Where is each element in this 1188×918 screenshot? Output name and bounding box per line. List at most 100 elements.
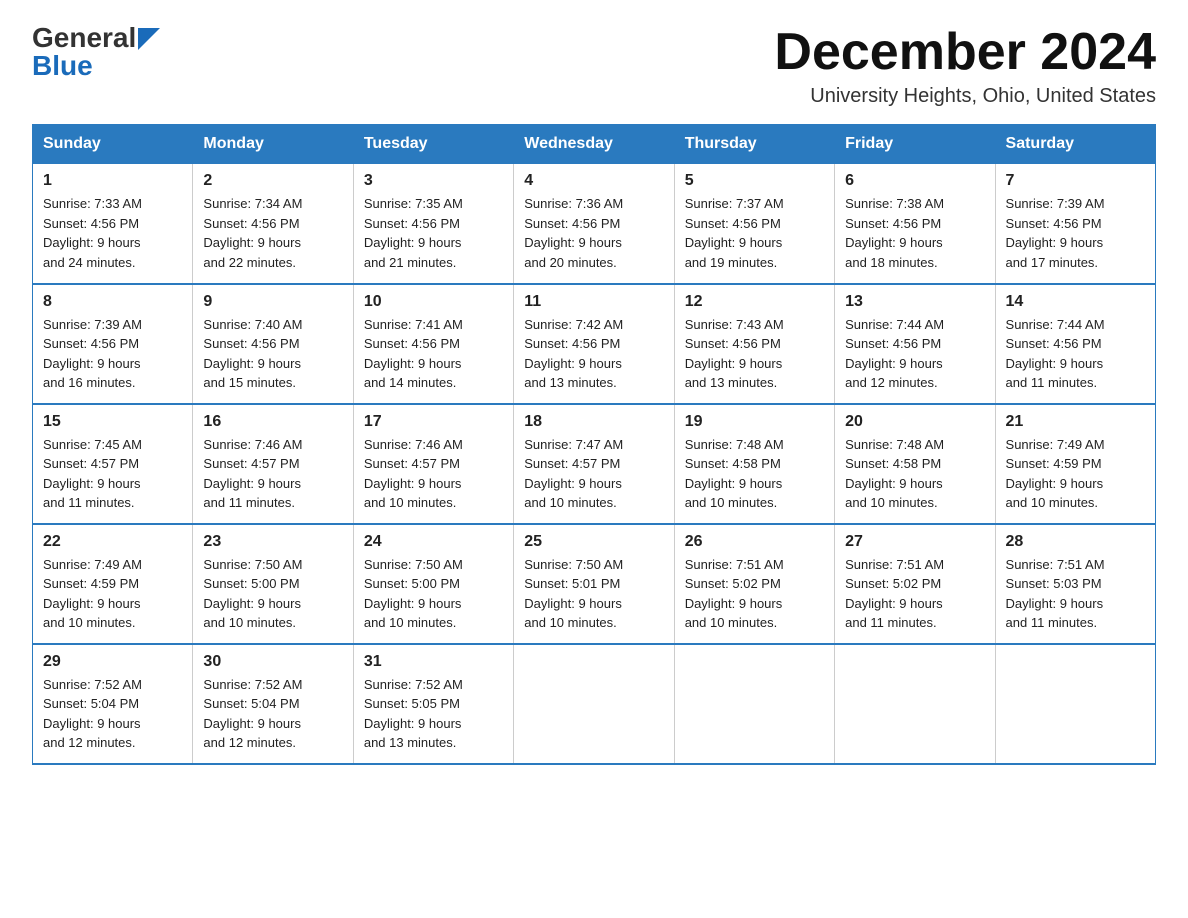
sunrise-label: Sunrise: 7:33 AM bbox=[43, 196, 142, 211]
sunset-label: Sunset: 4:58 PM bbox=[685, 456, 781, 471]
daylight-minutes: and 17 minutes. bbox=[1006, 255, 1099, 270]
sunrise-label: Sunrise: 7:46 AM bbox=[203, 437, 302, 452]
sunrise-label: Sunrise: 7:35 AM bbox=[364, 196, 463, 211]
day-number: 29 bbox=[43, 653, 182, 671]
table-row: 29 Sunrise: 7:52 AM Sunset: 5:04 PM Dayl… bbox=[33, 644, 193, 764]
daylight-label: Daylight: 9 hours bbox=[685, 596, 783, 611]
sunrise-label: Sunrise: 7:49 AM bbox=[1006, 437, 1105, 452]
day-info: Sunrise: 7:49 AM Sunset: 4:59 PM Dayligh… bbox=[43, 555, 182, 633]
day-info: Sunrise: 7:35 AM Sunset: 4:56 PM Dayligh… bbox=[364, 194, 503, 272]
day-number: 3 bbox=[364, 172, 503, 190]
table-row bbox=[514, 644, 674, 764]
daylight-label: Daylight: 9 hours bbox=[203, 235, 301, 250]
table-row: 12 Sunrise: 7:43 AM Sunset: 4:56 PM Dayl… bbox=[674, 284, 834, 404]
day-number: 9 bbox=[203, 293, 342, 311]
daylight-minutes: and 21 minutes. bbox=[364, 255, 457, 270]
table-row bbox=[995, 644, 1155, 764]
day-number: 4 bbox=[524, 172, 663, 190]
sunrise-label: Sunrise: 7:51 AM bbox=[845, 557, 944, 572]
day-info: Sunrise: 7:49 AM Sunset: 4:59 PM Dayligh… bbox=[1006, 435, 1145, 513]
table-row: 18 Sunrise: 7:47 AM Sunset: 4:57 PM Dayl… bbox=[514, 404, 674, 524]
sunset-label: Sunset: 4:56 PM bbox=[685, 216, 781, 231]
day-number: 26 bbox=[685, 533, 824, 551]
table-row: 25 Sunrise: 7:50 AM Sunset: 5:01 PM Dayl… bbox=[514, 524, 674, 644]
daylight-label: Daylight: 9 hours bbox=[203, 716, 301, 731]
sunrise-label: Sunrise: 7:52 AM bbox=[364, 677, 463, 692]
daylight-label: Daylight: 9 hours bbox=[43, 356, 141, 371]
sunset-label: Sunset: 5:03 PM bbox=[1006, 576, 1102, 591]
daylight-minutes: and 11 minutes. bbox=[1006, 375, 1098, 390]
daylight-label: Daylight: 9 hours bbox=[364, 356, 462, 371]
table-row: 20 Sunrise: 7:48 AM Sunset: 4:58 PM Dayl… bbox=[835, 404, 995, 524]
day-number: 1 bbox=[43, 172, 182, 190]
daylight-label: Daylight: 9 hours bbox=[845, 596, 943, 611]
day-info: Sunrise: 7:51 AM Sunset: 5:02 PM Dayligh… bbox=[685, 555, 824, 633]
day-number: 25 bbox=[524, 533, 663, 551]
daylight-label: Daylight: 9 hours bbox=[43, 596, 141, 611]
sunset-label: Sunset: 5:02 PM bbox=[845, 576, 941, 591]
sunset-label: Sunset: 4:56 PM bbox=[685, 336, 781, 351]
sunset-label: Sunset: 4:56 PM bbox=[203, 216, 299, 231]
day-info: Sunrise: 7:46 AM Sunset: 4:57 PM Dayligh… bbox=[364, 435, 503, 513]
sunrise-label: Sunrise: 7:34 AM bbox=[203, 196, 302, 211]
location-text: University Heights, Ohio, United States bbox=[774, 85, 1156, 108]
day-info: Sunrise: 7:44 AM Sunset: 4:56 PM Dayligh… bbox=[1006, 315, 1145, 393]
sunrise-label: Sunrise: 7:36 AM bbox=[524, 196, 623, 211]
table-row: 31 Sunrise: 7:52 AM Sunset: 5:05 PM Dayl… bbox=[353, 644, 513, 764]
sunrise-label: Sunrise: 7:39 AM bbox=[1006, 196, 1105, 211]
day-info: Sunrise: 7:51 AM Sunset: 5:02 PM Dayligh… bbox=[845, 555, 984, 633]
day-number: 10 bbox=[364, 293, 503, 311]
sunset-label: Sunset: 4:56 PM bbox=[43, 216, 139, 231]
sunset-label: Sunset: 5:01 PM bbox=[524, 576, 620, 591]
day-info: Sunrise: 7:52 AM Sunset: 5:04 PM Dayligh… bbox=[203, 675, 342, 753]
table-row bbox=[674, 644, 834, 764]
daylight-label: Daylight: 9 hours bbox=[364, 235, 462, 250]
day-number: 11 bbox=[524, 293, 663, 311]
daylight-minutes: and 14 minutes. bbox=[364, 375, 457, 390]
day-info: Sunrise: 7:39 AM Sunset: 4:56 PM Dayligh… bbox=[1006, 194, 1145, 272]
calendar-week-row: 29 Sunrise: 7:52 AM Sunset: 5:04 PM Dayl… bbox=[33, 644, 1156, 764]
day-info: Sunrise: 7:51 AM Sunset: 5:03 PM Dayligh… bbox=[1006, 555, 1145, 633]
col-saturday: Saturday bbox=[995, 125, 1155, 164]
sunset-label: Sunset: 4:59 PM bbox=[1006, 456, 1102, 471]
sunrise-label: Sunrise: 7:48 AM bbox=[685, 437, 784, 452]
day-info: Sunrise: 7:52 AM Sunset: 5:05 PM Dayligh… bbox=[364, 675, 503, 753]
day-number: 8 bbox=[43, 293, 182, 311]
daylight-label: Daylight: 9 hours bbox=[524, 356, 622, 371]
day-info: Sunrise: 7:50 AM Sunset: 5:01 PM Dayligh… bbox=[524, 555, 663, 633]
table-row: 4 Sunrise: 7:36 AM Sunset: 4:56 PM Dayli… bbox=[514, 164, 674, 284]
sunrise-label: Sunrise: 7:52 AM bbox=[43, 677, 142, 692]
table-row: 21 Sunrise: 7:49 AM Sunset: 4:59 PM Dayl… bbox=[995, 404, 1155, 524]
day-info: Sunrise: 7:42 AM Sunset: 4:56 PM Dayligh… bbox=[524, 315, 663, 393]
day-info: Sunrise: 7:43 AM Sunset: 4:56 PM Dayligh… bbox=[685, 315, 824, 393]
day-number: 31 bbox=[364, 653, 503, 671]
logo-blue-text: Blue bbox=[32, 52, 93, 80]
daylight-label: Daylight: 9 hours bbox=[524, 476, 622, 491]
day-number: 15 bbox=[43, 413, 182, 431]
day-info: Sunrise: 7:39 AM Sunset: 4:56 PM Dayligh… bbox=[43, 315, 182, 393]
day-number: 2 bbox=[203, 172, 342, 190]
day-info: Sunrise: 7:52 AM Sunset: 5:04 PM Dayligh… bbox=[43, 675, 182, 753]
table-row: 23 Sunrise: 7:50 AM Sunset: 5:00 PM Dayl… bbox=[193, 524, 353, 644]
daylight-label: Daylight: 9 hours bbox=[685, 235, 783, 250]
table-row: 24 Sunrise: 7:50 AM Sunset: 5:00 PM Dayl… bbox=[353, 524, 513, 644]
sunset-label: Sunset: 4:57 PM bbox=[203, 456, 299, 471]
day-info: Sunrise: 7:46 AM Sunset: 4:57 PM Dayligh… bbox=[203, 435, 342, 513]
sunset-label: Sunset: 4:56 PM bbox=[43, 336, 139, 351]
day-info: Sunrise: 7:40 AM Sunset: 4:56 PM Dayligh… bbox=[203, 315, 342, 393]
daylight-label: Daylight: 9 hours bbox=[1006, 235, 1104, 250]
daylight-label: Daylight: 9 hours bbox=[685, 476, 783, 491]
day-info: Sunrise: 7:47 AM Sunset: 4:57 PM Dayligh… bbox=[524, 435, 663, 513]
day-info: Sunrise: 7:38 AM Sunset: 4:56 PM Dayligh… bbox=[845, 194, 984, 272]
sunrise-label: Sunrise: 7:45 AM bbox=[43, 437, 142, 452]
page-header: General Blue December 2024 University He… bbox=[32, 24, 1156, 108]
sunset-label: Sunset: 4:56 PM bbox=[524, 216, 620, 231]
sunset-label: Sunset: 4:56 PM bbox=[524, 336, 620, 351]
day-number: 12 bbox=[685, 293, 824, 311]
title-block: December 2024 University Heights, Ohio, … bbox=[774, 24, 1156, 108]
day-number: 16 bbox=[203, 413, 342, 431]
day-number: 18 bbox=[524, 413, 663, 431]
sunset-label: Sunset: 5:02 PM bbox=[685, 576, 781, 591]
day-info: Sunrise: 7:36 AM Sunset: 4:56 PM Dayligh… bbox=[524, 194, 663, 272]
daylight-minutes: and 11 minutes. bbox=[203, 495, 295, 510]
